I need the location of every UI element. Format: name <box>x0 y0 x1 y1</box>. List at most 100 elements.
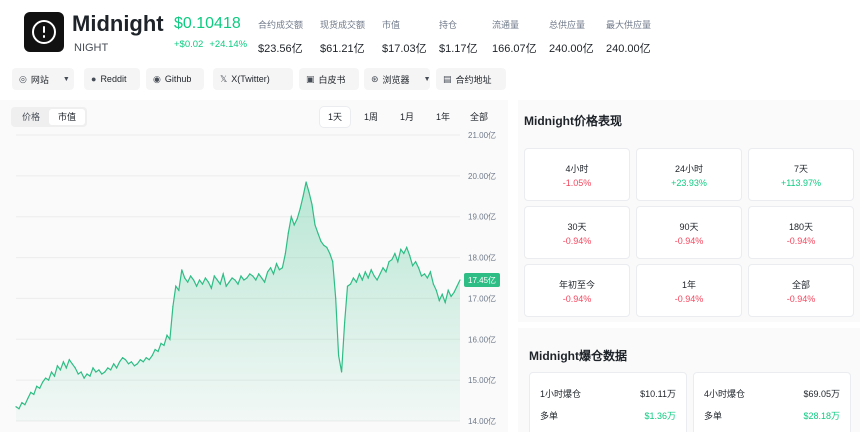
data-point <box>92 367 94 369</box>
coin-name: Midnight <box>72 11 164 36</box>
range-1w[interactable]: 1周 <box>356 107 386 127</box>
explorer-icon: ⊛ <box>371 73 379 84</box>
data-point <box>89 375 91 377</box>
data-point <box>423 273 426 275</box>
performance-change: -0.94% <box>674 236 704 246</box>
data-point <box>181 269 183 271</box>
data-point <box>130 361 132 363</box>
data-point <box>145 357 147 359</box>
performance-card: 180天 -0.94% <box>748 206 854 259</box>
globe-icon: ◎ <box>19 73 27 84</box>
performance-change: -0.94% <box>562 294 592 304</box>
data-point <box>341 371 343 373</box>
data-point <box>287 232 289 234</box>
price-performance-title: Midnight价格表现 <box>524 114 622 128</box>
data-point <box>240 275 242 277</box>
range-1d[interactable]: 1天 <box>320 107 350 127</box>
data-point <box>36 385 38 387</box>
x-icon: 𝕏 <box>220 73 228 84</box>
range-1m[interactable]: 1月 <box>392 107 422 127</box>
data-point <box>50 371 53 373</box>
data-point <box>21 402 23 404</box>
data-point <box>314 224 316 226</box>
y-tick-label: 16.00亿 <box>468 334 496 344</box>
data-point <box>53 375 56 377</box>
data-point <box>332 261 334 263</box>
range-all[interactable]: 全部 <box>464 107 494 127</box>
price-change-abs: +$0.02 <box>174 39 204 50</box>
data-point <box>267 271 269 273</box>
data-point <box>83 377 85 379</box>
data-point <box>397 261 399 263</box>
performance-card: 全部 -0.94% <box>748 264 854 317</box>
data-point <box>412 265 414 267</box>
data-point <box>406 246 408 248</box>
y-tick-label: 18.00亿 <box>468 253 496 263</box>
data-point <box>225 285 227 287</box>
twitter-link[interactable]: 𝕏 X(Twitter) <box>213 68 293 90</box>
data-point <box>379 273 381 275</box>
data-point <box>344 322 346 324</box>
data-point <box>231 277 233 279</box>
data-point <box>136 363 138 365</box>
website-link[interactable]: ◎ 网站 ▼ <box>12 68 74 90</box>
data-point <box>198 279 201 281</box>
explorer-link[interactable]: ⊛ 浏览器 ▼ <box>364 68 431 90</box>
performance-card: 30天 -0.94% <box>524 206 630 259</box>
data-point <box>210 287 212 289</box>
data-point <box>429 271 431 273</box>
chevron-down-icon: ▼ <box>62 75 70 83</box>
range-selector: 1天 1周 1月 1年 全部 <box>320 107 500 127</box>
data-point <box>124 359 127 361</box>
y-tick-label: 14.00亿 <box>468 416 496 426</box>
data-point <box>400 248 402 250</box>
data-point <box>184 277 186 279</box>
range-1y[interactable]: 1年 <box>428 107 458 127</box>
reddit-link[interactable]: ● Reddit <box>84 68 140 90</box>
data-point <box>403 252 405 255</box>
data-point <box>272 273 275 275</box>
data-point <box>246 277 248 279</box>
data-point <box>228 281 230 283</box>
performance-card: 4小时 -1.05% <box>524 148 630 201</box>
right-panel: Midnight价格表现 4小时 -1.05% 24小时 +23.93% 7天 +113.… <box>518 100 860 432</box>
whitepaper-link[interactable]: ▣ 白皮书 <box>299 68 359 90</box>
performance-period: 全部 <box>791 280 810 290</box>
data-point <box>207 281 209 283</box>
data-point <box>113 363 115 365</box>
data-point <box>376 279 378 281</box>
data-point <box>349 283 352 285</box>
tab-market-cap[interactable]: 市值 <box>49 109 86 125</box>
data-point <box>95 371 97 373</box>
data-point <box>252 275 254 277</box>
data-point <box>148 359 150 361</box>
liquidation-row: 1小时爆仓 $10.11万 <box>540 389 676 399</box>
performance-period: 30天 <box>567 222 587 232</box>
data-point <box>441 293 443 295</box>
data-point <box>127 363 130 365</box>
data-point <box>163 344 165 346</box>
data-point <box>201 283 204 285</box>
data-point <box>370 269 372 271</box>
data-point <box>305 181 307 183</box>
data-point <box>420 275 423 277</box>
data-point <box>219 283 221 285</box>
data-point <box>119 361 121 363</box>
data-point <box>450 295 452 297</box>
github-link[interactable]: ◉ Github <box>146 68 204 90</box>
contract-address-link[interactable]: ▤ 合约地址 <box>436 68 506 90</box>
data-point <box>317 232 319 234</box>
coin-header: Midnight NIGHT $0.10418 +$0.02 +24.14% 合约… <box>0 0 860 64</box>
data-point <box>270 267 272 269</box>
stat-max-supply: 最大供应量 240.00亿 <box>606 20 652 55</box>
data-point <box>234 279 236 281</box>
performance-period: 24小时 <box>674 164 703 174</box>
performance-card: 24小时 +23.93% <box>636 148 742 201</box>
data-point <box>142 361 144 363</box>
performance-change: -0.94% <box>674 294 704 304</box>
data-point <box>172 306 174 308</box>
tab-price[interactable]: 价格 <box>13 109 49 125</box>
data-point <box>42 381 44 383</box>
data-point <box>447 289 449 291</box>
data-point <box>15 406 17 408</box>
